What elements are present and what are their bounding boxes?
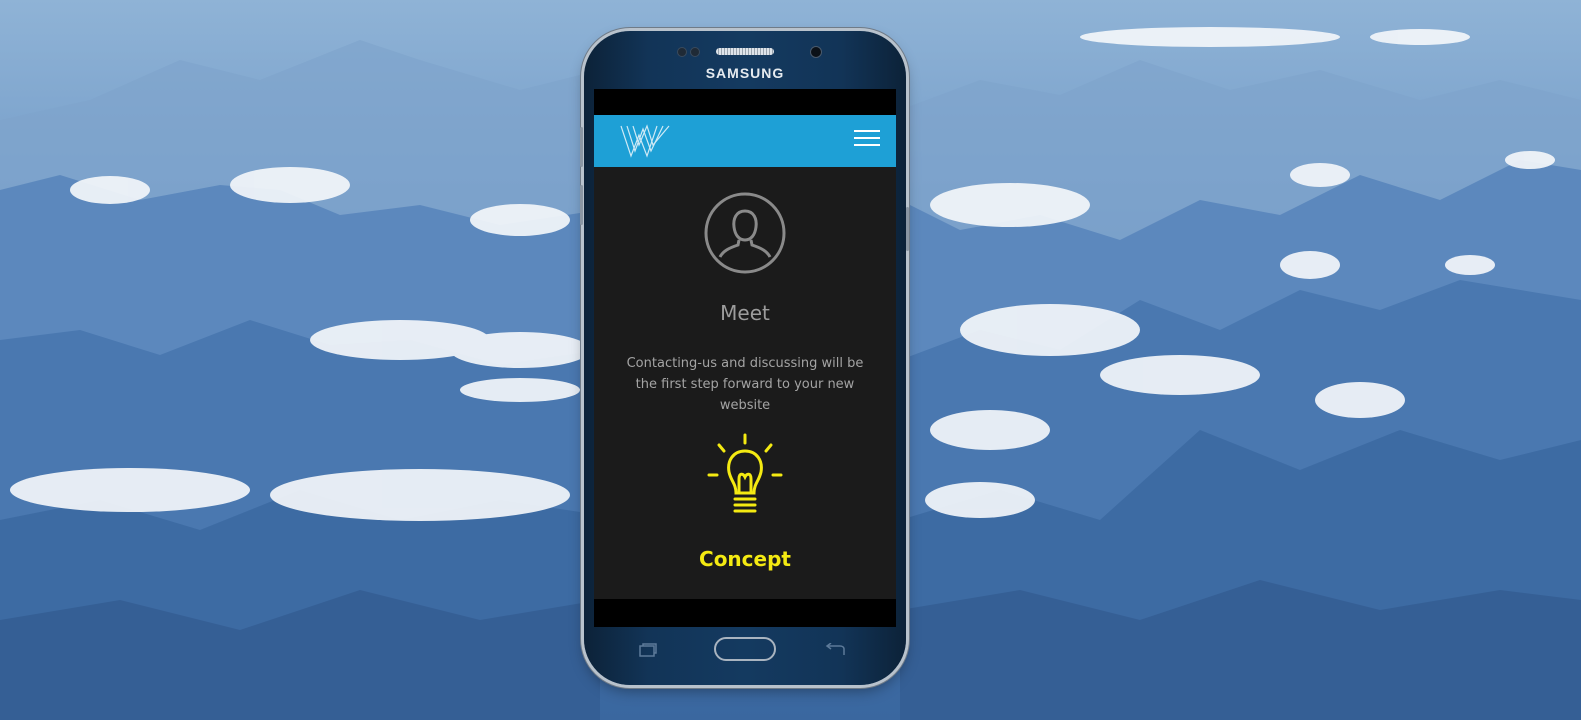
back-icon[interactable] xyxy=(824,643,846,657)
volume-button xyxy=(580,127,583,167)
power-button xyxy=(906,207,909,251)
volume-button xyxy=(580,185,583,225)
light-sensor xyxy=(690,47,700,57)
lightbulb-icon xyxy=(707,433,783,513)
front-camera xyxy=(810,46,822,58)
phone-frame: SAMSUNG Meet Contacting-us and discussin… xyxy=(580,31,909,685)
process-section: Meet Contacting-us and discussing will b… xyxy=(594,167,896,599)
section-description-meet: Contacting-us and discussing will be the… xyxy=(626,356,864,413)
section-title-concept: Concept xyxy=(699,547,791,571)
earpiece-speaker xyxy=(716,48,774,55)
recent-apps-icon[interactable] xyxy=(638,643,658,657)
phone-brand-label: SAMSUNG xyxy=(705,65,785,81)
site-header xyxy=(594,115,896,167)
user-avatar-icon xyxy=(704,192,786,274)
w-logo-icon[interactable] xyxy=(620,123,670,159)
phone-screen: Meet Contacting-us and discussing will b… xyxy=(594,89,896,627)
hamburger-menu-icon[interactable] xyxy=(854,130,880,150)
section-title-meet: Meet xyxy=(720,301,770,325)
proximity-sensor xyxy=(677,47,687,57)
home-button[interactable] xyxy=(714,637,776,661)
